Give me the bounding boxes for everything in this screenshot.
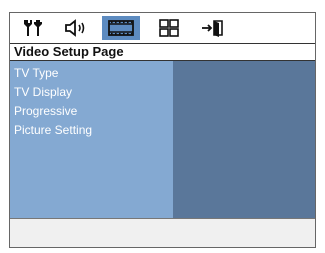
wrench-settings-icon bbox=[21, 18, 45, 38]
submenu-panel bbox=[173, 61, 315, 218]
menu-item-tv-type[interactable]: TV Type bbox=[14, 66, 58, 80]
tab-general-setup[interactable] bbox=[14, 16, 52, 40]
exit-door-icon bbox=[200, 18, 226, 38]
status-bar bbox=[10, 218, 315, 247]
menu-item-picture-setting[interactable]: Picture Setting bbox=[14, 123, 92, 137]
tab-preference-setup[interactable] bbox=[150, 16, 188, 40]
menu-options-panel: TV Type TV Display Progressive Picture S… bbox=[10, 61, 173, 218]
speaker-audio-icon bbox=[63, 18, 91, 38]
menu-item-progressive[interactable]: Progressive bbox=[14, 104, 77, 118]
tab-video-setup[interactable] bbox=[102, 16, 140, 40]
page-title: Video Setup Page bbox=[10, 43, 315, 61]
setup-menu-screen: Video Setup Page TV Type TV Display Prog… bbox=[9, 12, 316, 248]
preferences-grid-icon bbox=[158, 18, 180, 38]
menu-tab-bar bbox=[10, 13, 315, 43]
menu-item-tv-display[interactable]: TV Display bbox=[14, 85, 72, 99]
tab-audio-setup[interactable] bbox=[58, 16, 96, 40]
tab-exit[interactable] bbox=[194, 16, 232, 40]
film-video-icon bbox=[107, 19, 135, 37]
